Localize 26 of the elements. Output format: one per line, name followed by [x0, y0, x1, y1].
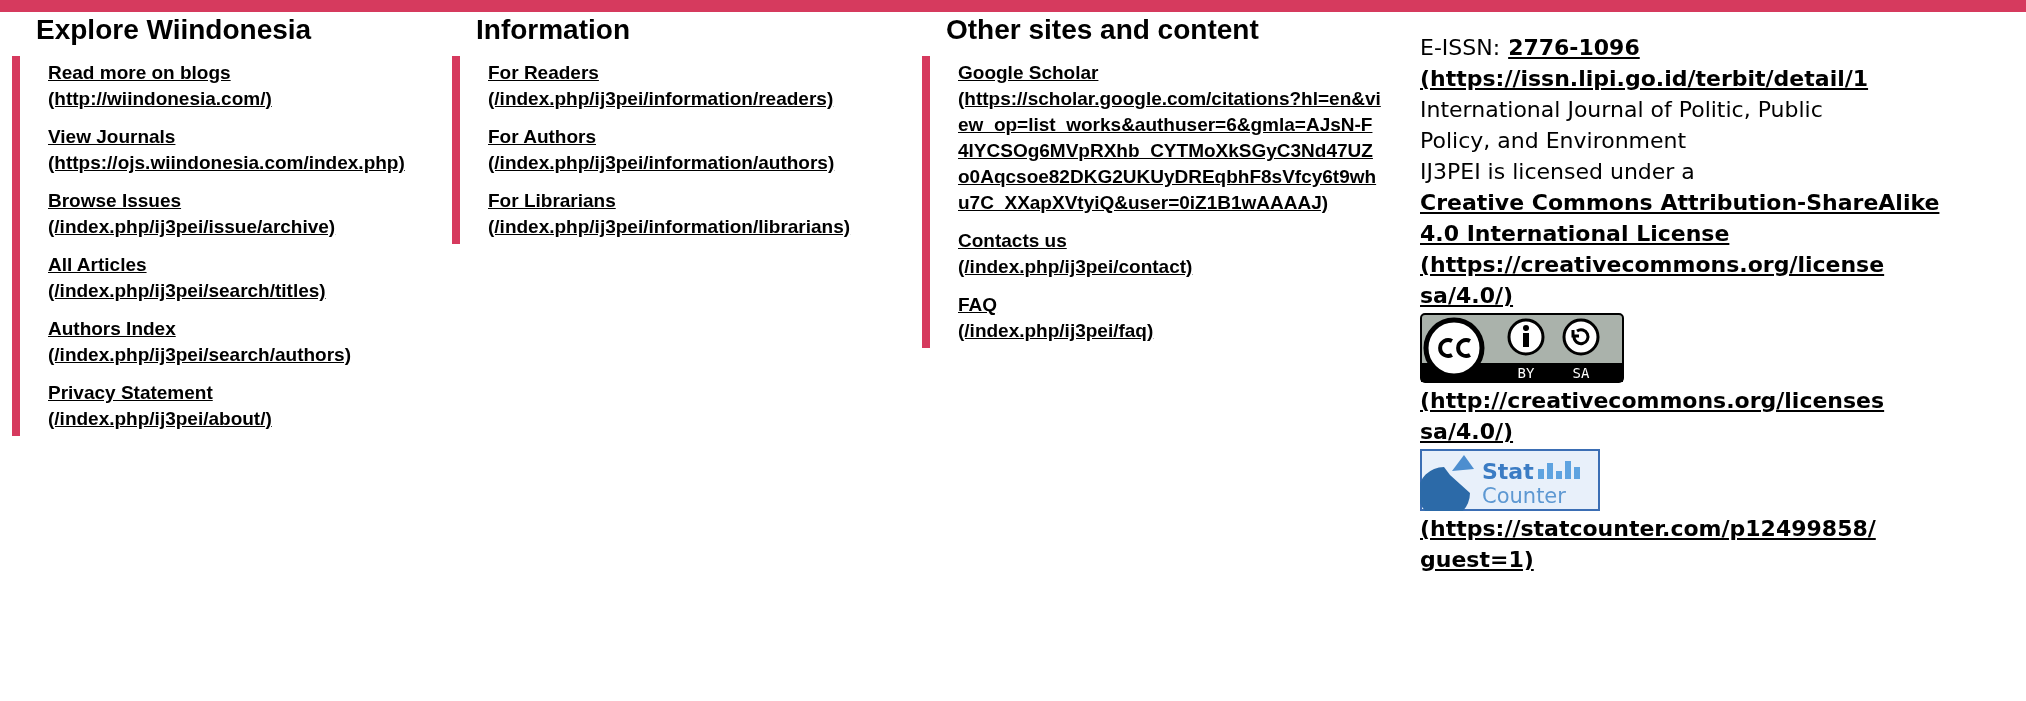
license-image-link[interactable]: (http://creativecommons.org/licenses sa/4.0/) — [1420, 385, 2026, 447]
column-heading: Information — [475, 13, 631, 47]
issn-link[interactable]: 2776-1096 — [1508, 32, 1640, 63]
footer-link[interactable]: Privacy Statement (/index.php/ij3pei/about/) — [48, 380, 432, 432]
column-heading: Explore Wiindonesia — [35, 13, 313, 47]
cc-by-sa-badge[interactable]: BY SA — [1420, 313, 1624, 383]
issn-url-link[interactable]: (https://issn.lipi.go.id/terbit/detail/1 — [1420, 63, 2026, 94]
footer-link[interactable]: For Authors (/index.php/ij3pei/information/authors) — [488, 124, 902, 176]
footer-link[interactable]: View Journals (https://ojs.wiindonesia.com/index.php) — [48, 124, 432, 176]
footer-link[interactable]: For Librarians (/index.php/ij3pei/information/librarians) — [488, 188, 902, 240]
footer-link[interactable]: Authors Index (/index.php/ij3pei/search/authors) — [48, 316, 432, 368]
footer-link[interactable]: FAQ (/index.php/ij3pei/faq) — [958, 292, 1382, 344]
footer-link[interactable]: All Articles (/index.php/ij3pei/search/titles) — [48, 252, 432, 304]
footer-link[interactable]: Browse Issues (/index.php/ij3pei/issue/archive) — [48, 188, 432, 240]
footer-link[interactable]: Contacts us (/index.php/ij3pei/contact) — [958, 228, 1382, 280]
statcounter-badge[interactable]: Stat Counter — [1420, 449, 1600, 511]
statcounter-link[interactable]: (https://statcounter.com/p12499858/ guest=1) — [1420, 513, 2026, 575]
license-text: IJ3PEI is licensed under a — [1420, 158, 1696, 186]
column-heading: Other sites and content — [945, 13, 1260, 47]
footer-link[interactable]: Read more on blogs (http://wiindonesia.com/) — [48, 60, 432, 112]
footer-link[interactable]: Google Scholar (https://scholar.google.com/citations?hl=en&view_op=list_works&authuser=6&gmla=AJsN-F4lYCSOg6MVpRXhb_CYTMoXkSGyC3Nd47UZo0Aqcsoe82DKG2UKUyDREqbhF8sVfcy6t9whu7C_XXapXVtyiQ&user=0iZ1B1wAAAAJ) — [958, 60, 1382, 216]
journal-title: International Journal of Politic, Public Policy, and Environment — [1420, 96, 1824, 155]
issn-label: E-ISSN: — [1420, 34, 1501, 62]
footer-link[interactable]: For Readers (/index.php/ij3pei/information/readers) — [488, 60, 902, 112]
license-link[interactable]: Creative Commons Attribution-ShareAlike 4.0 International License — [1420, 187, 1980, 249]
license-url-link[interactable]: (https://creativecommons.org/license sa/4.0/) — [1420, 249, 2026, 311]
